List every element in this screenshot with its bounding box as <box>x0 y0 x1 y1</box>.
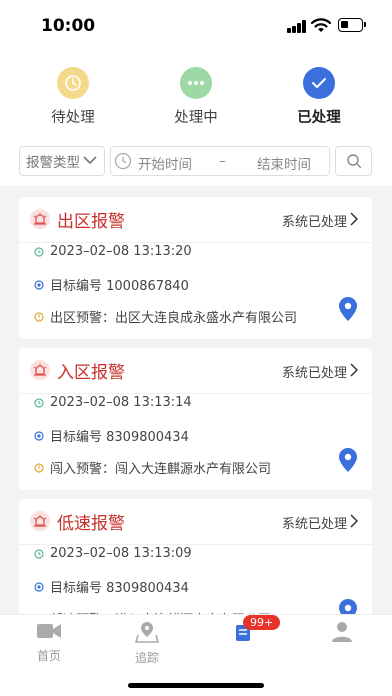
date-range-picker[interactable]: 开始时间 – 结束时间 <box>110 146 330 176</box>
chevron-right-icon[interactable] <box>349 363 358 377</box>
end-time-field[interactable]: 结束时间 <box>257 153 311 173</box>
alarm-status: 系统已处理 <box>282 215 348 230</box>
alarm-target: 目标编号 1000867840 <box>50 279 189 294</box>
tab-processing-label: 处理中 <box>174 110 218 126</box>
status-time: 10:00 <box>41 16 96 36</box>
alarm-time: 2023–02–08 13:13:14 <box>50 395 192 410</box>
alarm-card[interactable]: 入区报警 系统已处理 2023–02–08 13:13:14 目标编号 8309… <box>19 348 372 490</box>
tab-done[interactable]: 已处理 <box>274 67 364 127</box>
video-camera-icon <box>37 624 61 638</box>
location-pin-icon[interactable] <box>339 448 357 472</box>
tab-processing[interactable]: 处理中 <box>151 67 241 127</box>
check-icon <box>303 67 335 99</box>
target-icon <box>34 581 44 592</box>
alarm-title: 入区报警 <box>57 363 125 383</box>
tab-track-label: 追踪 <box>134 651 159 665</box>
wifi-icon <box>311 18 331 32</box>
alarm-target-row: 目标编号 8309800434 <box>34 577 189 596</box>
alarm-target-row: 目标编号 8309800434 <box>34 426 189 445</box>
header-panel: 10:00 待处理 处理中 已处理 报警类型 开始时间 – 结束时间 <box>0 0 392 186</box>
clock-icon <box>34 548 44 559</box>
alarm-time: 2023–02–08 13:13:09 <box>50 546 192 561</box>
alarm-card[interactable]: 出区报警 系统已处理 2023–02–08 13:13:20 目标编号 1000… <box>19 197 372 339</box>
more-dots-icon <box>180 67 212 99</box>
target-icon <box>34 279 44 290</box>
signal-icon <box>287 20 307 33</box>
clock-icon <box>34 246 44 257</box>
clock-icon <box>57 67 89 99</box>
tab-done-label: 已处理 <box>297 110 341 126</box>
warning-icon <box>34 462 44 473</box>
alarm-target-row: 目标编号 1000867840 <box>34 275 189 294</box>
alarm-card-header: 出区报警 系统已处理 <box>19 197 372 243</box>
tab-profile[interactable] <box>312 621 372 649</box>
person-icon <box>332 622 352 642</box>
alarm-time-row: 2023–02–08 13:13:09 <box>34 546 192 561</box>
alarm-status: 系统已处理 <box>282 366 348 381</box>
siren-icon <box>30 511 50 531</box>
alarm-type-select[interactable]: 报警类型 <box>19 146 105 176</box>
tab-pending[interactable]: 待处理 <box>28 67 118 127</box>
alarm-title: 出区报警 <box>57 212 125 232</box>
alarm-detail-row: 出区预警：出区大连良成永盛水产有限公司 <box>34 307 297 326</box>
alarm-status: 系统已处理 <box>282 517 348 532</box>
battery-icon <box>338 18 366 32</box>
warning-icon <box>34 311 44 322</box>
alarm-card-header: 低速报警 系统已处理 <box>19 499 372 545</box>
alarm-target: 目标编号 8309800434 <box>50 581 189 596</box>
alarm-detail: 出区预警：出区大连良成永盛水产有限公司 <box>50 311 298 326</box>
alarm-type-label: 报警类型 <box>26 155 80 171</box>
alarm-title: 低速报警 <box>57 514 125 534</box>
search-icon <box>346 154 361 169</box>
location-pin-icon[interactable] <box>339 297 357 321</box>
alarm-time-row: 2023–02–08 13:13:20 <box>34 244 192 259</box>
alarm-card-header: 入区报警 系统已处理 <box>19 348 372 394</box>
tab-home[interactable]: 首页 <box>19 621 79 664</box>
tab-pending-label: 待处理 <box>51 110 95 126</box>
tab-home-label: 首页 <box>36 649 61 663</box>
tab-track[interactable]: 追踪 <box>117 621 177 666</box>
chevron-down-icon <box>83 156 97 165</box>
siren-icon <box>30 360 50 380</box>
alarm-time-row: 2023–02–08 13:13:14 <box>34 395 192 410</box>
range-separator: – <box>219 153 226 169</box>
siren-icon <box>30 209 50 229</box>
notification-badge: 99+ <box>243 615 281 630</box>
start-time-field[interactable]: 开始时间 <box>138 153 192 173</box>
chevron-right-icon[interactable] <box>349 212 358 226</box>
chevron-right-icon[interactable] <box>349 514 358 528</box>
search-button[interactable] <box>335 146 372 176</box>
target-icon <box>34 430 44 441</box>
clock-icon <box>34 397 44 408</box>
alarm-time: 2023–02–08 13:13:20 <box>50 244 192 259</box>
status-bar: 10:00 <box>0 0 392 50</box>
alarm-detail: 闯入预警：闯入大连麒源水产有限公司 <box>50 462 272 477</box>
map-pin-icon <box>134 622 160 643</box>
home-indicator <box>128 683 264 688</box>
alarm-target: 目标编号 8309800434 <box>50 430 189 445</box>
alarm-detail-row: 闯入预警：闯入大连麒源水产有限公司 <box>34 458 271 477</box>
clock-icon <box>114 152 132 170</box>
